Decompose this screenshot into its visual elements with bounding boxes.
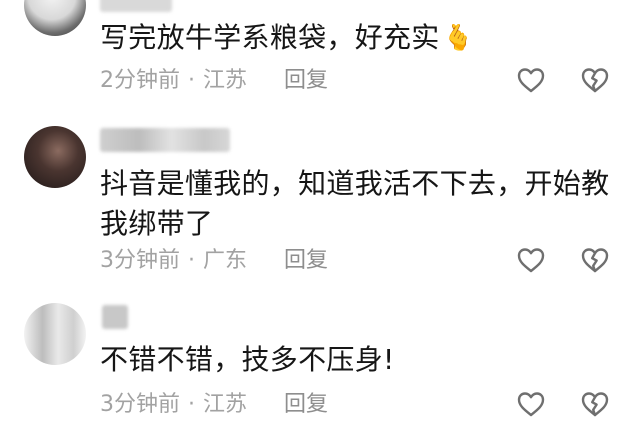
comment-meta: 3分钟前 · 江苏	[100, 391, 247, 419]
like-button[interactable]	[516, 65, 546, 95]
comment-location: 广东	[203, 248, 248, 273]
meta-separator: ·	[188, 68, 195, 93]
dislike-button[interactable]	[580, 389, 610, 419]
dislike-button[interactable]	[580, 245, 610, 275]
finger-heart-emoji: 🫰	[442, 23, 475, 52]
like-button[interactable]	[516, 389, 546, 419]
comment-meta: 2分钟前 · 江苏	[100, 67, 247, 95]
avatar[interactable]	[24, 303, 86, 365]
comment-text: 不错不错，技多不压身!	[100, 340, 620, 380]
comment-text-line-1: 抖音是懂我的，知道我活不下去，开始教	[100, 167, 610, 200]
comment-time: 3分钟前	[100, 392, 180, 417]
meta-separator: ·	[188, 392, 195, 417]
comment-text: 抖音是懂我的，知道我活不下去，开始教 我绑带了	[100, 164, 620, 244]
username-blurred[interactable]	[100, 128, 230, 152]
comment-time: 3分钟前	[100, 248, 180, 273]
comment-text-line-2: 我绑带了	[100, 207, 214, 240]
broken-heart-icon	[581, 248, 609, 273]
comment-location: 江苏	[203, 68, 248, 93]
avatar[interactable]	[24, 0, 86, 36]
broken-heart-icon	[581, 392, 609, 417]
comment-text: 写完放牛学系粮袋，好充实 🫰	[100, 18, 620, 58]
comment-text-content: 不错不错，技多不压身!	[100, 343, 395, 376]
heart-outline-icon	[517, 248, 545, 273]
username-blurred[interactable]	[102, 305, 128, 329]
reply-button[interactable]: 回复	[284, 391, 328, 419]
username-blurred[interactable]	[100, 0, 172, 12]
comment-time: 2分钟前	[100, 68, 180, 93]
reply-button[interactable]: 回复	[284, 247, 328, 275]
broken-heart-icon	[581, 68, 609, 93]
heart-outline-icon	[517, 392, 545, 417]
dislike-button[interactable]	[580, 65, 610, 95]
comment-text-content: 写完放牛学系粮袋，好充实	[100, 21, 440, 54]
meta-separator: ·	[188, 248, 195, 273]
avatar[interactable]	[24, 126, 86, 188]
reply-button[interactable]: 回复	[284, 67, 328, 95]
comment-meta: 3分钟前 · 广东	[100, 247, 247, 275]
heart-outline-icon	[517, 68, 545, 93]
like-button[interactable]	[516, 245, 546, 275]
comment-location: 江苏	[203, 392, 248, 417]
